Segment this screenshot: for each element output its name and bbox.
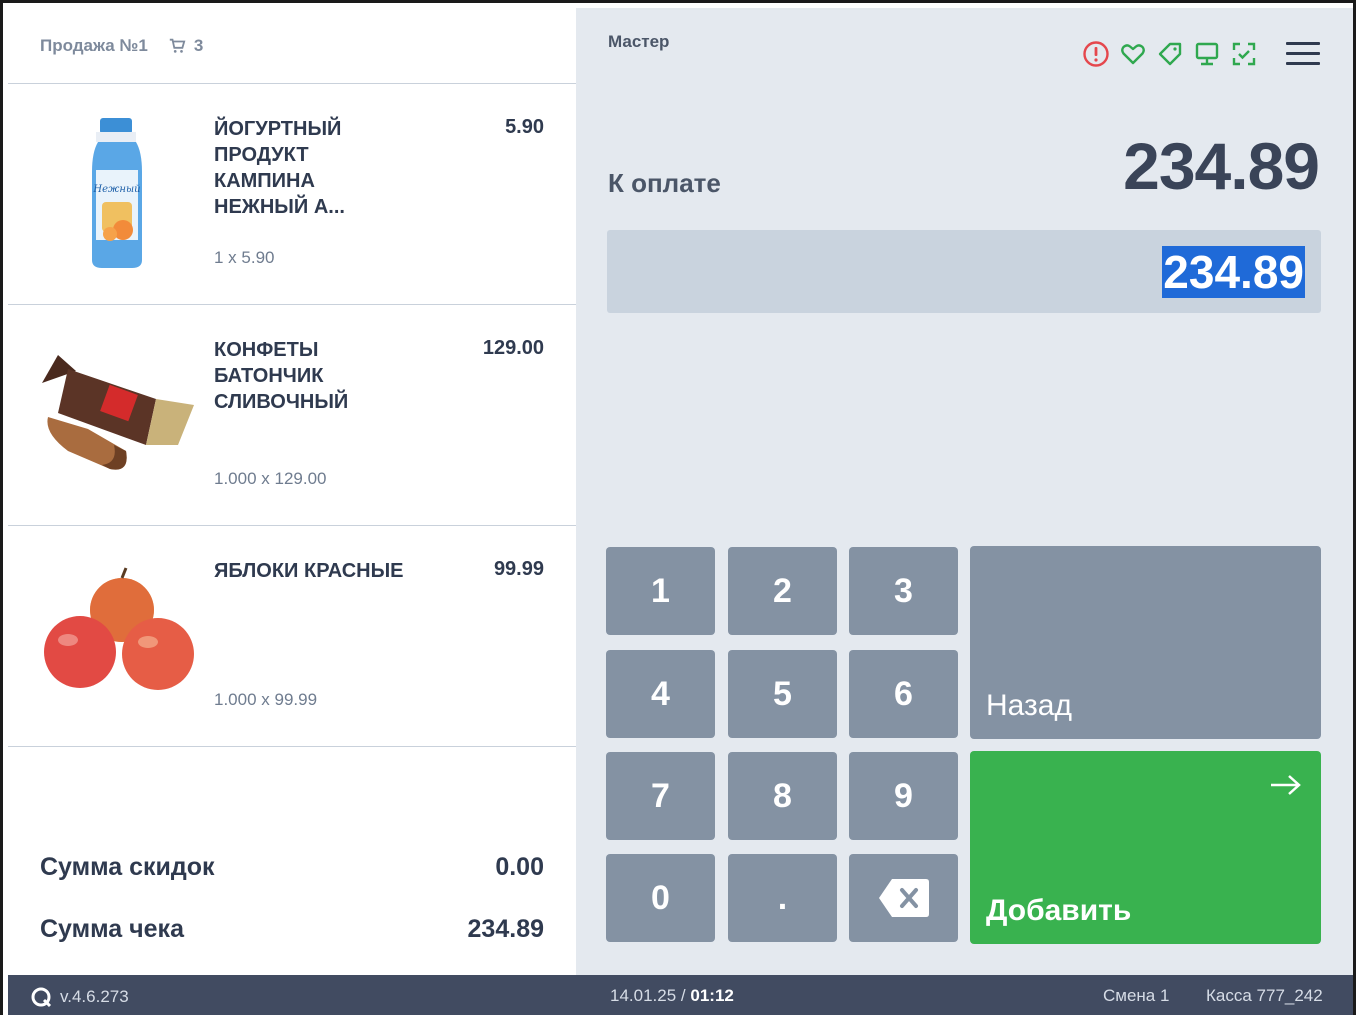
- tag-icon[interactable]: [1156, 40, 1184, 68]
- item-quantity: 1 x 5.90: [214, 248, 275, 267]
- apples-image: [44, 567, 194, 690]
- svg-text:Нежный: Нежный: [92, 184, 140, 195]
- key-2[interactable]: 2: [728, 547, 837, 635]
- receipt-item[interactable]: Нежный ЙОГУРТНЫЙ ПРОДУКТ КАМПИНА НЕЖНЫЙ …: [8, 84, 576, 305]
- key-1[interactable]: 1: [606, 547, 715, 635]
- candy-image: [42, 355, 194, 470]
- amount-input[interactable]: 234.89: [607, 230, 1321, 313]
- menu-button[interactable]: [1286, 42, 1320, 68]
- receipt-item[interactable]: КОНФЕТЫ БАТОНЧИК СЛИВОЧНЫЙ 129.00 1.000 …: [8, 305, 576, 526]
- sale-header: Продажа №1 3: [8, 8, 576, 84]
- menu-line: [1286, 62, 1320, 65]
- add-button-label: Добавить: [986, 894, 1132, 927]
- monitor-icon[interactable]: [1193, 40, 1221, 68]
- key-4[interactable]: 4: [606, 650, 715, 738]
- version-info: v.4.6.273: [30, 986, 129, 1008]
- date-time-separator: /: [680, 986, 686, 1005]
- total-row: Сумма чека 234.89: [40, 915, 544, 944]
- total-label: Сумма чека: [40, 915, 184, 943]
- payment-panel: Мастер К оплате 234.89 234.89 1 2 3 4 5 …: [576, 8, 1353, 975]
- arrow-right-icon: [1271, 775, 1301, 795]
- discount-row: Сумма скидок 0.00: [40, 853, 544, 882]
- item-quantity: 1.000 x 99.99: [214, 690, 318, 709]
- key-5[interactable]: 5: [728, 650, 837, 738]
- cart-count: 3: [193, 35, 204, 55]
- menu-line: [1286, 42, 1320, 45]
- key-backspace[interactable]: [849, 854, 958, 942]
- kassa-info: Касса 777_242: [1206, 986, 1323, 1005]
- date: 14.01.25: [610, 986, 677, 1005]
- sale-title[interactable]: Продажа №1: [40, 36, 148, 56]
- key-8[interactable]: 8: [728, 752, 837, 840]
- logo-icon: [31, 987, 52, 1008]
- key-dot[interactable]: .: [728, 854, 837, 942]
- receipt-totals: Сумма скидок 0.00 Сумма чека 234.89: [8, 825, 576, 975]
- discount-value: 0.00: [495, 853, 544, 881]
- pay-label: К оплате: [608, 168, 721, 198]
- add-button[interactable]: Добавить: [970, 751, 1321, 944]
- receipt-item[interactable]: ЯБЛОКИ КРАСНЫЕ 99.99 1.000 x 99.99: [8, 526, 576, 747]
- amount-input-value[interactable]: 234.89: [1162, 246, 1305, 298]
- cart-icon: [169, 38, 186, 53]
- status-icons: [1082, 40, 1258, 68]
- key-6[interactable]: 6: [849, 650, 958, 738]
- date-time: 14.01.25 / 01:12: [610, 986, 734, 1006]
- key-7[interactable]: 7: [606, 752, 715, 840]
- item-name: ЯБЛОКИ КРАСНЫЕ: [214, 560, 404, 582]
- scan-icon[interactable]: [1230, 40, 1258, 68]
- item-price: 99.99: [493, 558, 544, 580]
- alert-icon[interactable]: [1082, 40, 1110, 68]
- receipt-pane: Продажа №1 3 Нежный ЙОГУРТНЫЙ ПРОДУКТ КА…: [8, 8, 576, 975]
- item-price: 129.00: [482, 337, 544, 359]
- item-name: КОНФЕТЫ БАТОНЧИК СЛИВОЧНЫЙ: [214, 339, 349, 413]
- heart-icon[interactable]: [1119, 40, 1147, 68]
- item-price: 5.90: [505, 116, 544, 138]
- key-3[interactable]: 3: [849, 547, 958, 635]
- discount-label: Сумма скидок: [40, 853, 215, 881]
- yogurt-bottle-image: Нежный: [92, 118, 142, 268]
- status-bar: v.4.6.273 14.01.25 / 01:12 Смена 1 Касса…: [8, 975, 1353, 1015]
- key-0[interactable]: 0: [606, 854, 715, 942]
- time: 01:12: [690, 986, 734, 1005]
- back-button[interactable]: Назад: [970, 546, 1321, 739]
- shift-info: Смена 1: [1103, 986, 1170, 1005]
- mode-label: Мастер: [608, 32, 670, 51]
- item-name: ЙОГУРТНЫЙ ПРОДУКТ КАМПИНА НЕЖНЫЙ А...: [214, 118, 345, 218]
- menu-line: [1286, 52, 1320, 55]
- version-text: v.4.6.273: [60, 987, 129, 1006]
- total-value: 234.89: [467, 915, 544, 943]
- cart-badge: 3: [168, 36, 203, 56]
- key-9[interactable]: 9: [849, 752, 958, 840]
- item-quantity: 1.000 x 129.00: [214, 469, 327, 488]
- backspace-icon: [878, 879, 929, 917]
- back-button-label: Назад: [986, 689, 1072, 722]
- pay-amount: 234.89: [1123, 129, 1320, 203]
